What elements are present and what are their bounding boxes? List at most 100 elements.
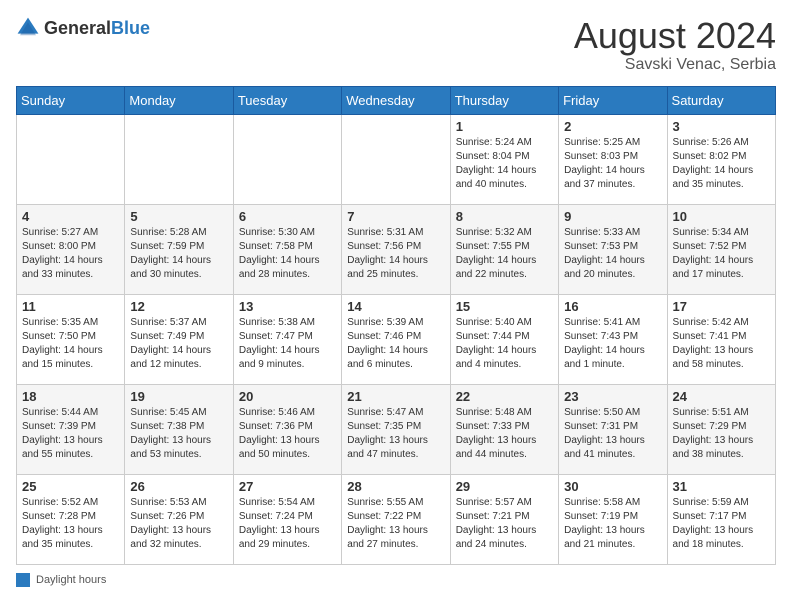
day-number: 21: [347, 389, 444, 404]
day-number: 31: [673, 479, 770, 494]
day-number: 2: [564, 119, 661, 134]
calendar-cell: 25 Sunrise: 5:52 AMSunset: 7:28 PMDayligh…: [17, 474, 125, 564]
calendar-cell: 27 Sunrise: 5:54 AMSunset: 7:24 PMDayligh…: [233, 474, 341, 564]
col-header-wednesday: Wednesday: [342, 86, 450, 114]
calendar-cell: 16 Sunrise: 5:41 AMSunset: 7:43 PMDayligh…: [559, 294, 667, 384]
calendar-cell: 19Sunrise: 5:45 AMSunset: 7:38 PMDayligh…: [125, 384, 233, 474]
calendar-week-row: 11Sunrise: 5:35 AMSunset: 7:50 PMDayligh…: [17, 294, 776, 384]
day-number: 25: [22, 479, 119, 494]
day-number: 15: [456, 299, 553, 314]
day-number: 3: [673, 119, 770, 134]
day-info: Sunrise: 5:41 AMSunset: 7:43 PMDaylight:…: [564, 316, 661, 372]
calendar-cell: 22 Sunrise: 5:48 AMSunset: 7:33 PMDayligh…: [450, 384, 558, 474]
day-number: 9: [564, 209, 661, 224]
logo-text-general: General: [44, 18, 111, 38]
calendar-week-row: 4Sunrise: 5:27 AMSunset: 8:00 PMDaylight…: [17, 204, 776, 294]
day-info: Sunrise: 5:34 AMSunset: 7:52 PMDaylight:…: [673, 226, 770, 282]
day-number: 18: [22, 389, 119, 404]
calendar-cell: 5 Sunrise: 5:28 AMSunset: 7:59 PMDaylight…: [125, 204, 233, 294]
logo: GeneralBlue: [16, 16, 150, 40]
day-info: Sunrise: 5:27 AMSunset: 8:00 PMDaylight:…: [22, 226, 119, 282]
day-number: 6: [239, 209, 336, 224]
logo-icon: [16, 16, 40, 40]
day-number: 7: [347, 209, 444, 224]
day-info: Sunrise: 5:32 AMSunset: 7:55 PMDaylight:…: [456, 226, 553, 282]
day-number: 11: [22, 299, 119, 314]
calendar-week-row: 1 Sunrise: 5:24 AMSunset: 8:04 PMDaylight…: [17, 114, 776, 204]
day-number: 14: [347, 299, 444, 314]
calendar-cell: 1 Sunrise: 5:24 AMSunset: 8:04 PMDaylight…: [450, 114, 558, 204]
day-info: Sunrise: 5:24 AMSunset: 8:04 PMDaylight:…: [456, 136, 553, 192]
day-info: Sunrise: 5:54 AMSunset: 7:24 PMDaylight:…: [239, 496, 336, 552]
day-info: Sunrise: 5:38 AMSunset: 7:47 PMDaylight:…: [239, 316, 336, 372]
calendar-cell: 7 Sunrise: 5:31 AMSunset: 7:56 PMDaylight…: [342, 204, 450, 294]
calendar-cell: 9 Sunrise: 5:33 AMSunset: 7:53 PMDaylight…: [559, 204, 667, 294]
day-info: Sunrise: 5:47 AMSunset: 7:35 PMDaylight:…: [347, 406, 444, 462]
day-info: Sunrise: 5:57 AMSunset: 7:21 PMDaylight:…: [456, 496, 553, 552]
day-info: Sunrise: 5:48 AMSunset: 7:33 PMDaylight:…: [456, 406, 553, 462]
calendar-cell: 24Sunrise: 5:51 AMSunset: 7:29 PMDayligh…: [667, 384, 775, 474]
day-info: Sunrise: 5:42 AMSunset: 7:41 PMDaylight:…: [673, 316, 770, 372]
calendar-cell: 3Sunrise: 5:26 AMSunset: 8:02 PMDaylight…: [667, 114, 775, 204]
calendar-cell: 4Sunrise: 5:27 AMSunset: 8:00 PMDaylight…: [17, 204, 125, 294]
day-info: Sunrise: 5:53 AMSunset: 7:26 PMDaylight:…: [130, 496, 227, 552]
day-info: Sunrise: 5:51 AMSunset: 7:29 PMDaylight:…: [673, 406, 770, 462]
footer-area: Daylight hours: [16, 573, 776, 587]
day-info: Sunrise: 5:37 AMSunset: 7:49 PMDaylight:…: [130, 316, 227, 372]
col-header-friday: Friday: [559, 86, 667, 114]
title-area: August 2024 Savski Venac, Serbia: [574, 16, 776, 74]
location-subtitle: Savski Venac, Serbia: [574, 56, 776, 74]
day-number: 26: [130, 479, 227, 494]
day-number: 8: [456, 209, 553, 224]
col-header-monday: Monday: [125, 86, 233, 114]
day-number: 27: [239, 479, 336, 494]
calendar-week-row: 25 Sunrise: 5:52 AMSunset: 7:28 PMDayligh…: [17, 474, 776, 564]
calendar-cell: 12Sunrise: 5:37 AMSunset: 7:49 PMDayligh…: [125, 294, 233, 384]
day-info: Sunrise: 5:25 AMSunset: 8:03 PMDaylight:…: [564, 136, 661, 192]
day-number: 19: [130, 389, 227, 404]
calendar-cell: 21 Sunrise: 5:47 AMSunset: 7:35 PMDayligh…: [342, 384, 450, 474]
day-number: 30: [564, 479, 661, 494]
col-header-sunday: Sunday: [17, 86, 125, 114]
calendar-cell: 13Sunrise: 5:38 AMSunset: 7:47 PMDayligh…: [233, 294, 341, 384]
day-number: 22: [456, 389, 553, 404]
calendar-cell: 28Sunrise: 5:55 AMSunset: 7:22 PMDayligh…: [342, 474, 450, 564]
calendar-cell: [233, 114, 341, 204]
calendar-cell: 14 Sunrise: 5:39 AMSunset: 7:46 PMDayligh…: [342, 294, 450, 384]
day-info: Sunrise: 5:28 AMSunset: 7:59 PMDaylight:…: [130, 226, 227, 282]
day-info: Sunrise: 5:39 AMSunset: 7:46 PMDaylight:…: [347, 316, 444, 372]
day-number: 23: [564, 389, 661, 404]
col-header-saturday: Saturday: [667, 86, 775, 114]
calendar-cell: 2 Sunrise: 5:25 AMSunset: 8:03 PMDaylight…: [559, 114, 667, 204]
calendar-cell: 20Sunrise: 5:46 AMSunset: 7:36 PMDayligh…: [233, 384, 341, 474]
col-header-thursday: Thursday: [450, 86, 558, 114]
day-info: Sunrise: 5:30 AMSunset: 7:58 PMDaylight:…: [239, 226, 336, 282]
daylight-color-indicator: [16, 573, 30, 587]
calendar-cell: 31 Sunrise: 5:59 AMSunset: 7:17 PMDayligh…: [667, 474, 775, 564]
day-number: 17: [673, 299, 770, 314]
day-number: 1: [456, 119, 553, 134]
calendar-cell: 6 Sunrise: 5:30 AMSunset: 7:58 PMDaylight…: [233, 204, 341, 294]
day-info: Sunrise: 5:52 AMSunset: 7:28 PMDaylight:…: [22, 496, 119, 552]
day-info: Sunrise: 5:40 AMSunset: 7:44 PMDaylight:…: [456, 316, 553, 372]
logo-text-blue: Blue: [111, 18, 150, 38]
daylight-hours-label: Daylight hours: [36, 574, 106, 586]
day-info: Sunrise: 5:59 AMSunset: 7:17 PMDaylight:…: [673, 496, 770, 552]
day-number: 5: [130, 209, 227, 224]
day-info: Sunrise: 5:46 AMSunset: 7:36 PMDaylight:…: [239, 406, 336, 462]
day-info: Sunrise: 5:55 AMSunset: 7:22 PMDaylight:…: [347, 496, 444, 552]
calendar-cell: [342, 114, 450, 204]
col-header-tuesday: Tuesday: [233, 86, 341, 114]
day-number: 29: [456, 479, 553, 494]
day-info: Sunrise: 5:31 AMSunset: 7:56 PMDaylight:…: [347, 226, 444, 282]
header: GeneralBlue August 2024 Savski Venac, Se…: [16, 16, 776, 74]
calendar-cell: 11Sunrise: 5:35 AMSunset: 7:50 PMDayligh…: [17, 294, 125, 384]
calendar-cell: [125, 114, 233, 204]
calendar-cell: 15 Sunrise: 5:40 AMSunset: 7:44 PMDayligh…: [450, 294, 558, 384]
day-number: 16: [564, 299, 661, 314]
calendar-cell: 29 Sunrise: 5:57 AMSunset: 7:21 PMDayligh…: [450, 474, 558, 564]
day-info: Sunrise: 5:33 AMSunset: 7:53 PMDaylight:…: [564, 226, 661, 282]
day-info: Sunrise: 5:50 AMSunset: 7:31 PMDaylight:…: [564, 406, 661, 462]
calendar-cell: 26 Sunrise: 5:53 AMSunset: 7:26 PMDayligh…: [125, 474, 233, 564]
calendar-cell: 10Sunrise: 5:34 AMSunset: 7:52 PMDayligh…: [667, 204, 775, 294]
